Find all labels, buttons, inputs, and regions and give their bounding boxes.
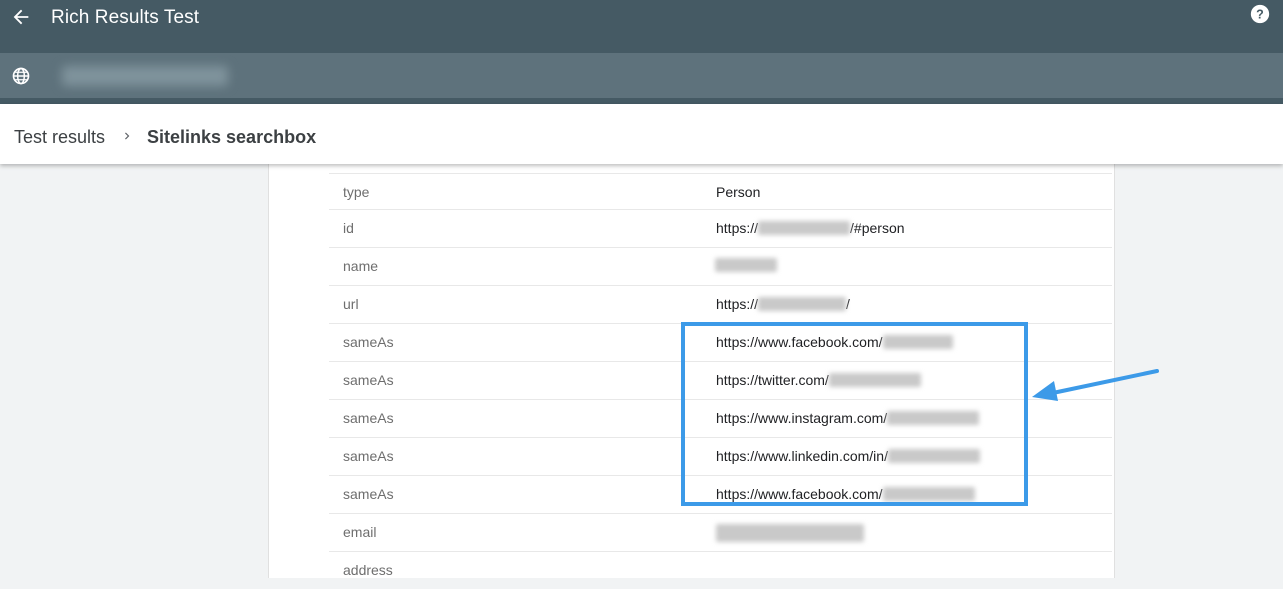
svg-text:?: ? <box>1256 8 1264 22</box>
property-name: name <box>343 258 379 274</box>
redacted-value <box>758 221 851 235</box>
property-name: sameAs <box>343 372 394 388</box>
globe-icon <box>12 67 30 85</box>
tested-url-input[interactable] <box>62 66 228 86</box>
property-name: sameAs <box>343 486 394 502</box>
property-value <box>715 258 777 272</box>
table-row: type Person <box>329 173 1112 209</box>
property-name: sameAs <box>343 448 394 464</box>
table-row: address <box>329 551 1112 589</box>
property-name: id <box>343 220 354 236</box>
redacted-value <box>758 297 847 311</box>
app-header: Rich Results Test ? <box>0 0 1283 53</box>
redacted-value <box>715 258 777 272</box>
breadcrumb-test-results[interactable]: Test results <box>14 127 105 148</box>
arrow-back-icon[interactable] <box>10 6 32 28</box>
property-name: sameAs <box>343 334 394 350</box>
highlight-box <box>681 322 1028 506</box>
table-row: email <box>329 513 1112 551</box>
property-name: type <box>343 184 370 200</box>
property-name: sameAs <box>343 410 394 426</box>
help-icon[interactable]: ? <box>1250 4 1270 24</box>
chevron-right-icon <box>125 132 130 140</box>
property-value: https:/// <box>716 296 850 312</box>
property-name: address <box>343 562 393 578</box>
app-title: Rich Results Test <box>51 7 200 28</box>
property-name: email <box>343 524 377 540</box>
property-value: Person <box>716 184 761 200</box>
table-row: id https:///#person <box>329 209 1112 247</box>
property-name: url <box>343 296 359 312</box>
table-row: name <box>329 247 1112 285</box>
arrow-annotation-icon <box>1032 369 1159 401</box>
breadcrumb: Test results Sitelinks searchbox <box>0 104 1283 164</box>
property-value <box>716 524 864 542</box>
property-value: https:///#person <box>716 220 905 236</box>
redacted-value <box>716 524 864 542</box>
table-row: url https:/// <box>329 285 1112 323</box>
breadcrumb-current-page: Sitelinks searchbox <box>147 127 317 147</box>
